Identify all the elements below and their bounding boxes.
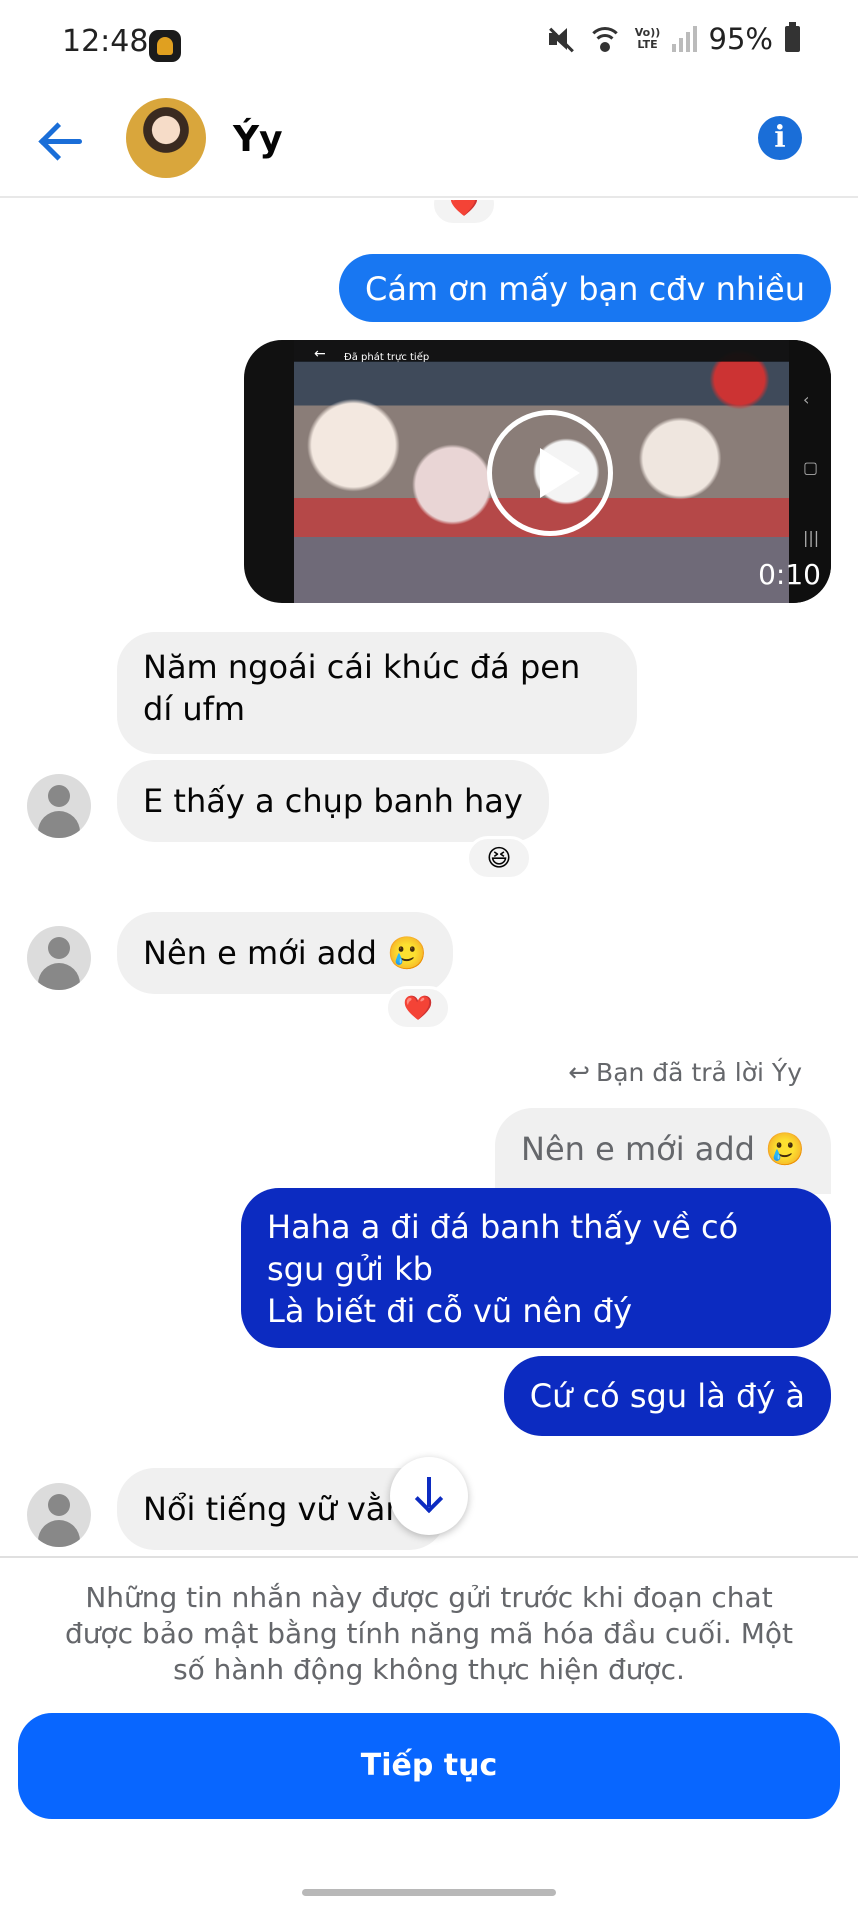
status-bar: 12:48 Vo)) LTE 95% [0, 0, 858, 88]
back-arrow-icon[interactable] [38, 116, 88, 166]
message-list[interactable]: ❤️ Cám ơn mấy bạn cđv nhiều ← Đã phát tr… [0, 200, 858, 1556]
reply-context-label: ↩ Bạn đã trả lời Ýy [568, 1058, 802, 1088]
status-icons: Vo)) LTE 95% [546, 22, 800, 56]
chat-header: Ýy i [0, 88, 858, 198]
encryption-notice: Những tin nhắn này được gửi trước khi đo… [64, 1581, 793, 1686]
video-duration: 0:10 [758, 558, 821, 591]
battery-percent: 95% [708, 22, 773, 56]
received-message[interactable]: E thấy a chụp banh hay [117, 760, 549, 842]
sent-message[interactable]: Haha a đi đá banh thấy về có sgu gửi kb … [241, 1188, 831, 1348]
contact-avatar[interactable] [126, 98, 206, 178]
sender-avatar[interactable] [27, 774, 91, 838]
heart-reaction[interactable]: ❤️ [385, 986, 451, 1030]
heart-reaction[interactable]: ❤️ [431, 200, 497, 226]
play-icon[interactable] [487, 410, 613, 536]
app-notification-icon [149, 30, 181, 62]
quoted-message[interactable]: Nên e mới add 🥲 [495, 1108, 831, 1194]
laugh-reaction[interactable]: 😆 [466, 836, 532, 880]
signal-icon [671, 26, 697, 52]
encryption-footer: Những tin nhắn này được gửi trước khi đo… [0, 1556, 858, 1908]
reply-context-text: Bạn đã trả lời Ýy [596, 1058, 802, 1087]
scroll-down-arrow-icon[interactable] [390, 1457, 468, 1535]
sent-message[interactable]: Cứ có sgu là đý à [503, 1356, 831, 1436]
video-overlay-title: Đã phát trực tiếp [344, 352, 430, 363]
volte-icon: Vo)) LTE [634, 27, 662, 51]
received-message[interactable]: Năm ngoái cái khúc đá pen dí ufm [117, 632, 637, 754]
video-back-arrow-icon: ← [314, 346, 326, 362]
home-indicator[interactable] [302, 1889, 556, 1896]
info-icon[interactable]: i [758, 116, 802, 160]
wifi-icon [586, 23, 624, 55]
sent-message[interactable]: Cám ơn mấy bạn cđv nhiều [338, 254, 831, 322]
reply-icon: ↩ [568, 1058, 591, 1088]
status-time: 12:48 [62, 24, 149, 59]
mute-icon [546, 24, 576, 54]
battery-icon [785, 22, 800, 52]
contact-name[interactable]: Ýy [233, 119, 283, 160]
sender-avatar[interactable] [27, 1483, 91, 1547]
sender-avatar[interactable] [27, 926, 91, 990]
continue-button[interactable]: Tiếp tục [18, 1713, 840, 1819]
received-message[interactable]: Nên e mới add 🥲 [117, 912, 453, 994]
video-message[interactable]: ← Đã phát trực tiếp ‹ ▢ ||| 0:10 [244, 340, 831, 603]
volte-bottom-text: LTE [637, 38, 658, 51]
